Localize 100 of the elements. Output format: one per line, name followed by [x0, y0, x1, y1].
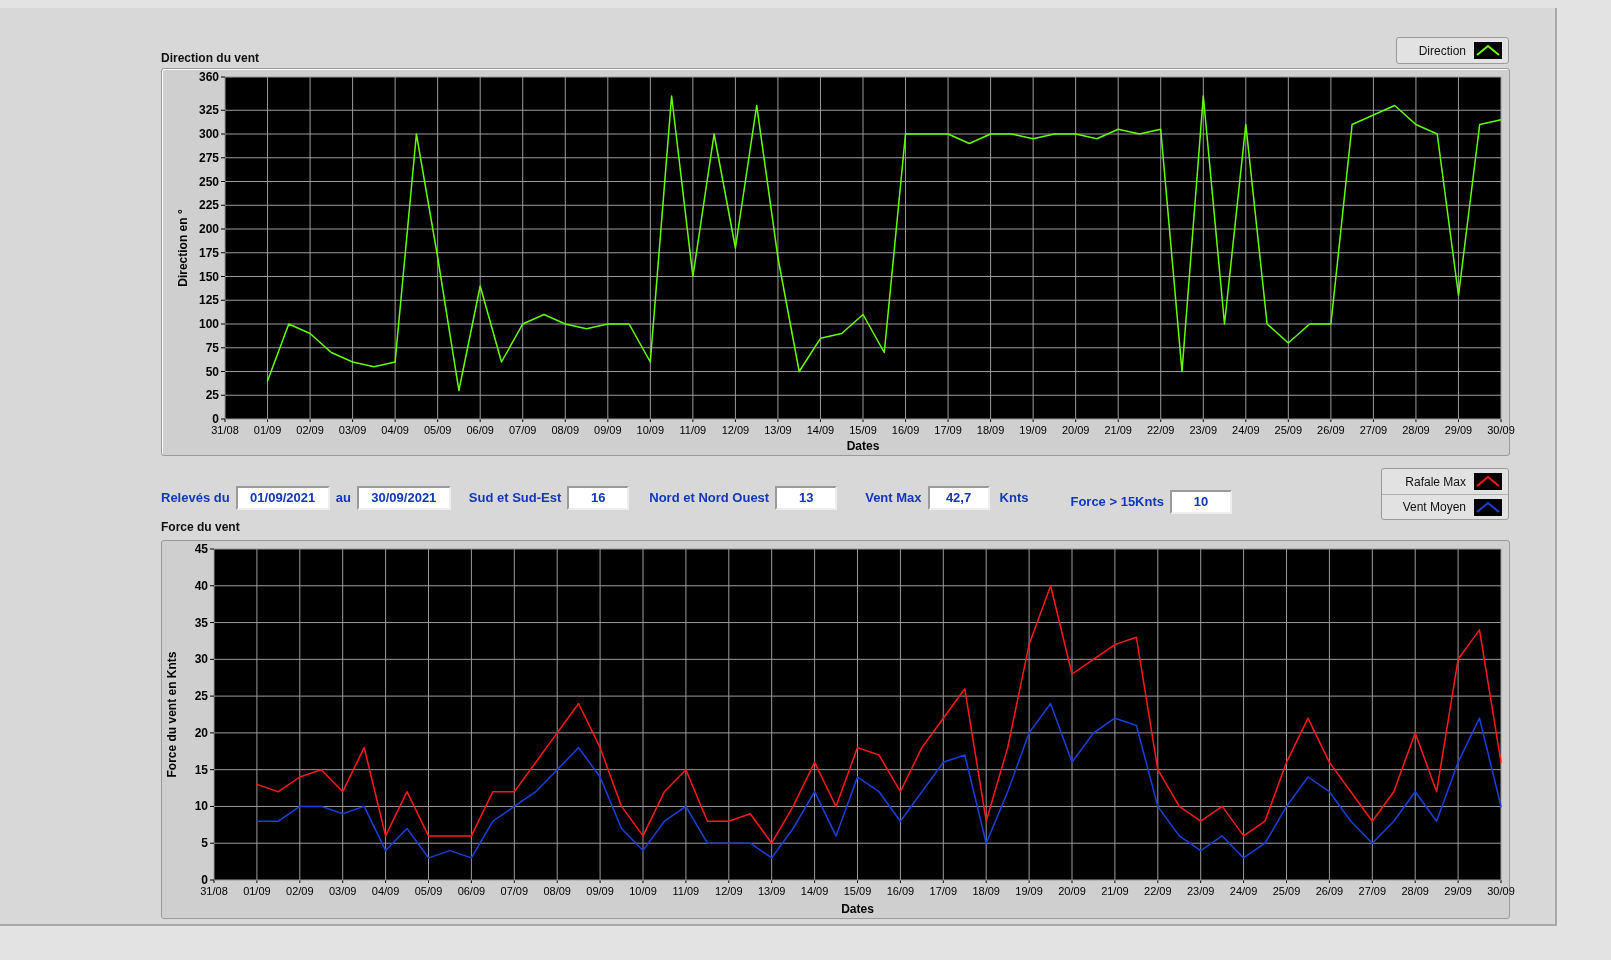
value-field[interactable]: 10	[1170, 490, 1232, 514]
value-field[interactable]: 13	[775, 486, 838, 510]
tick-label: 05/09	[414, 885, 443, 897]
tick-label: 5	[201, 836, 208, 851]
axis-title: Dates	[841, 902, 874, 916]
tick-label: 26/09	[1317, 424, 1345, 436]
tick-label: 14/09	[800, 885, 829, 897]
tick-label: 29/09	[1444, 424, 1473, 436]
field-label: Nord et Nord Ouest	[649, 489, 770, 508]
legend-line-icon	[1474, 42, 1502, 59]
tick-label: 29/09	[1444, 885, 1472, 897]
chart-title: Force du vent	[161, 519, 241, 536]
tick-label: 0	[212, 412, 219, 426]
tick-label: 14/09	[806, 424, 835, 436]
tick-label: 15/09	[849, 424, 877, 436]
tick-label: 09/09	[586, 885, 614, 897]
chart-title: Direction du vent	[161, 50, 259, 67]
unit-label: Knts	[999, 489, 1029, 508]
tick-label: 40	[194, 578, 208, 593]
tick-label: 23/09	[1189, 424, 1218, 436]
tick-label: 12/09	[715, 885, 743, 897]
tick-label: 03/09	[338, 424, 367, 436]
tick-label: 125	[198, 293, 219, 308]
tick-label: 02/09	[286, 885, 314, 897]
tick-label: 30/09	[1487, 424, 1515, 436]
value-field[interactable]: 30/09/2021	[356, 486, 451, 510]
tick-label: 225	[198, 198, 219, 213]
tick-label: 23/09	[1186, 885, 1215, 897]
tick-label: 26/09	[1315, 885, 1344, 897]
tick-label: 100	[198, 317, 219, 331]
tick-label: 01/09	[243, 885, 271, 897]
tick-label: 20/09	[1061, 424, 1090, 436]
field-label: Vent Max	[865, 489, 922, 508]
tick-label: 360	[198, 70, 219, 84]
tick-label: 175	[198, 245, 219, 260]
tick-label: 27/09	[1359, 424, 1388, 436]
tick-label: 15/09	[843, 885, 872, 897]
tick-label: 16/09	[891, 424, 920, 436]
tick-label: 13/09	[764, 424, 792, 436]
field-label: au	[335, 489, 351, 508]
tick-label: 150	[198, 269, 219, 284]
tick-label: 0	[201, 873, 208, 887]
tick-label: 325	[198, 103, 219, 118]
tick-label: 19/09	[1015, 885, 1043, 897]
tick-label: 75	[205, 340, 219, 355]
field-label: Relevés du	[161, 489, 230, 508]
tick-label: 08/09	[551, 424, 580, 436]
tick-label: 50	[205, 364, 219, 379]
tick-label: 10	[194, 799, 208, 814]
tick-label: 45	[194, 542, 208, 556]
tick-label: 17/09	[929, 885, 958, 897]
tick-label: 09/09	[594, 424, 622, 436]
tick-label: 08/09	[543, 885, 571, 897]
tick-label: 22/09	[1146, 424, 1175, 436]
tick-label: 30	[194, 652, 208, 667]
tick-label: 03/09	[328, 885, 357, 897]
tick-label: 19/09	[1019, 424, 1047, 436]
tick-label: 02/09	[296, 424, 324, 436]
tick-label: 11/09	[672, 885, 700, 897]
tick-label: 25	[194, 689, 208, 704]
tick-label: 07/09	[508, 424, 537, 436]
field-label: Sud et Sud-Est	[468, 489, 562, 508]
tick-label: 21/09	[1104, 424, 1132, 436]
legend-label: Vent Moyen	[1402, 499, 1466, 516]
legend-line-icon	[1474, 473, 1502, 490]
tick-label: 06/09	[457, 885, 486, 897]
tick-label: 18/09	[976, 424, 1005, 436]
legend-label: Rafale Max	[1405, 473, 1466, 491]
tick-label: 13/09	[757, 885, 786, 897]
tick-label: 07/09	[500, 885, 529, 897]
tick-label: 16/09	[886, 885, 915, 897]
tick-label: 200	[198, 222, 219, 236]
tick-label: 28/09	[1402, 424, 1430, 436]
tick-label: 05/09	[423, 424, 452, 436]
tick-label: 35	[194, 615, 208, 630]
tick-label: 15	[194, 762, 208, 777]
value-field[interactable]: 16	[567, 486, 630, 510]
tick-label: 04/09	[371, 885, 400, 897]
axis-title: Direction en °	[176, 209, 190, 287]
legend-label: Direction	[1418, 42, 1466, 60]
axis-title: Dates	[846, 439, 880, 453]
tick-label: 25/09	[1272, 885, 1301, 897]
tick-label: 25/09	[1274, 424, 1303, 436]
tick-label: 24/09	[1232, 424, 1260, 436]
field-label: Force > 15Knts	[1070, 493, 1164, 512]
tick-label: 22/09	[1144, 885, 1172, 897]
tick-label: 300	[198, 127, 219, 141]
value-field[interactable]: 01/09/2021	[235, 486, 330, 510]
tick-label: 275	[198, 150, 219, 165]
tick-label: 06/09	[466, 424, 494, 436]
tick-label: 10/09	[636, 424, 665, 436]
tick-label: 28/09	[1401, 885, 1429, 897]
tick-label: 17/09	[934, 424, 962, 436]
tick-label: 250	[198, 174, 219, 189]
tick-label: 12/09	[721, 424, 750, 436]
tick-label: 20	[194, 725, 208, 740]
tick-label: 31/08	[200, 885, 228, 897]
value-field[interactable]: 42,7	[927, 486, 990, 510]
tick-label: 20/09	[1058, 885, 1086, 897]
tick-label: 24/09	[1229, 885, 1258, 897]
